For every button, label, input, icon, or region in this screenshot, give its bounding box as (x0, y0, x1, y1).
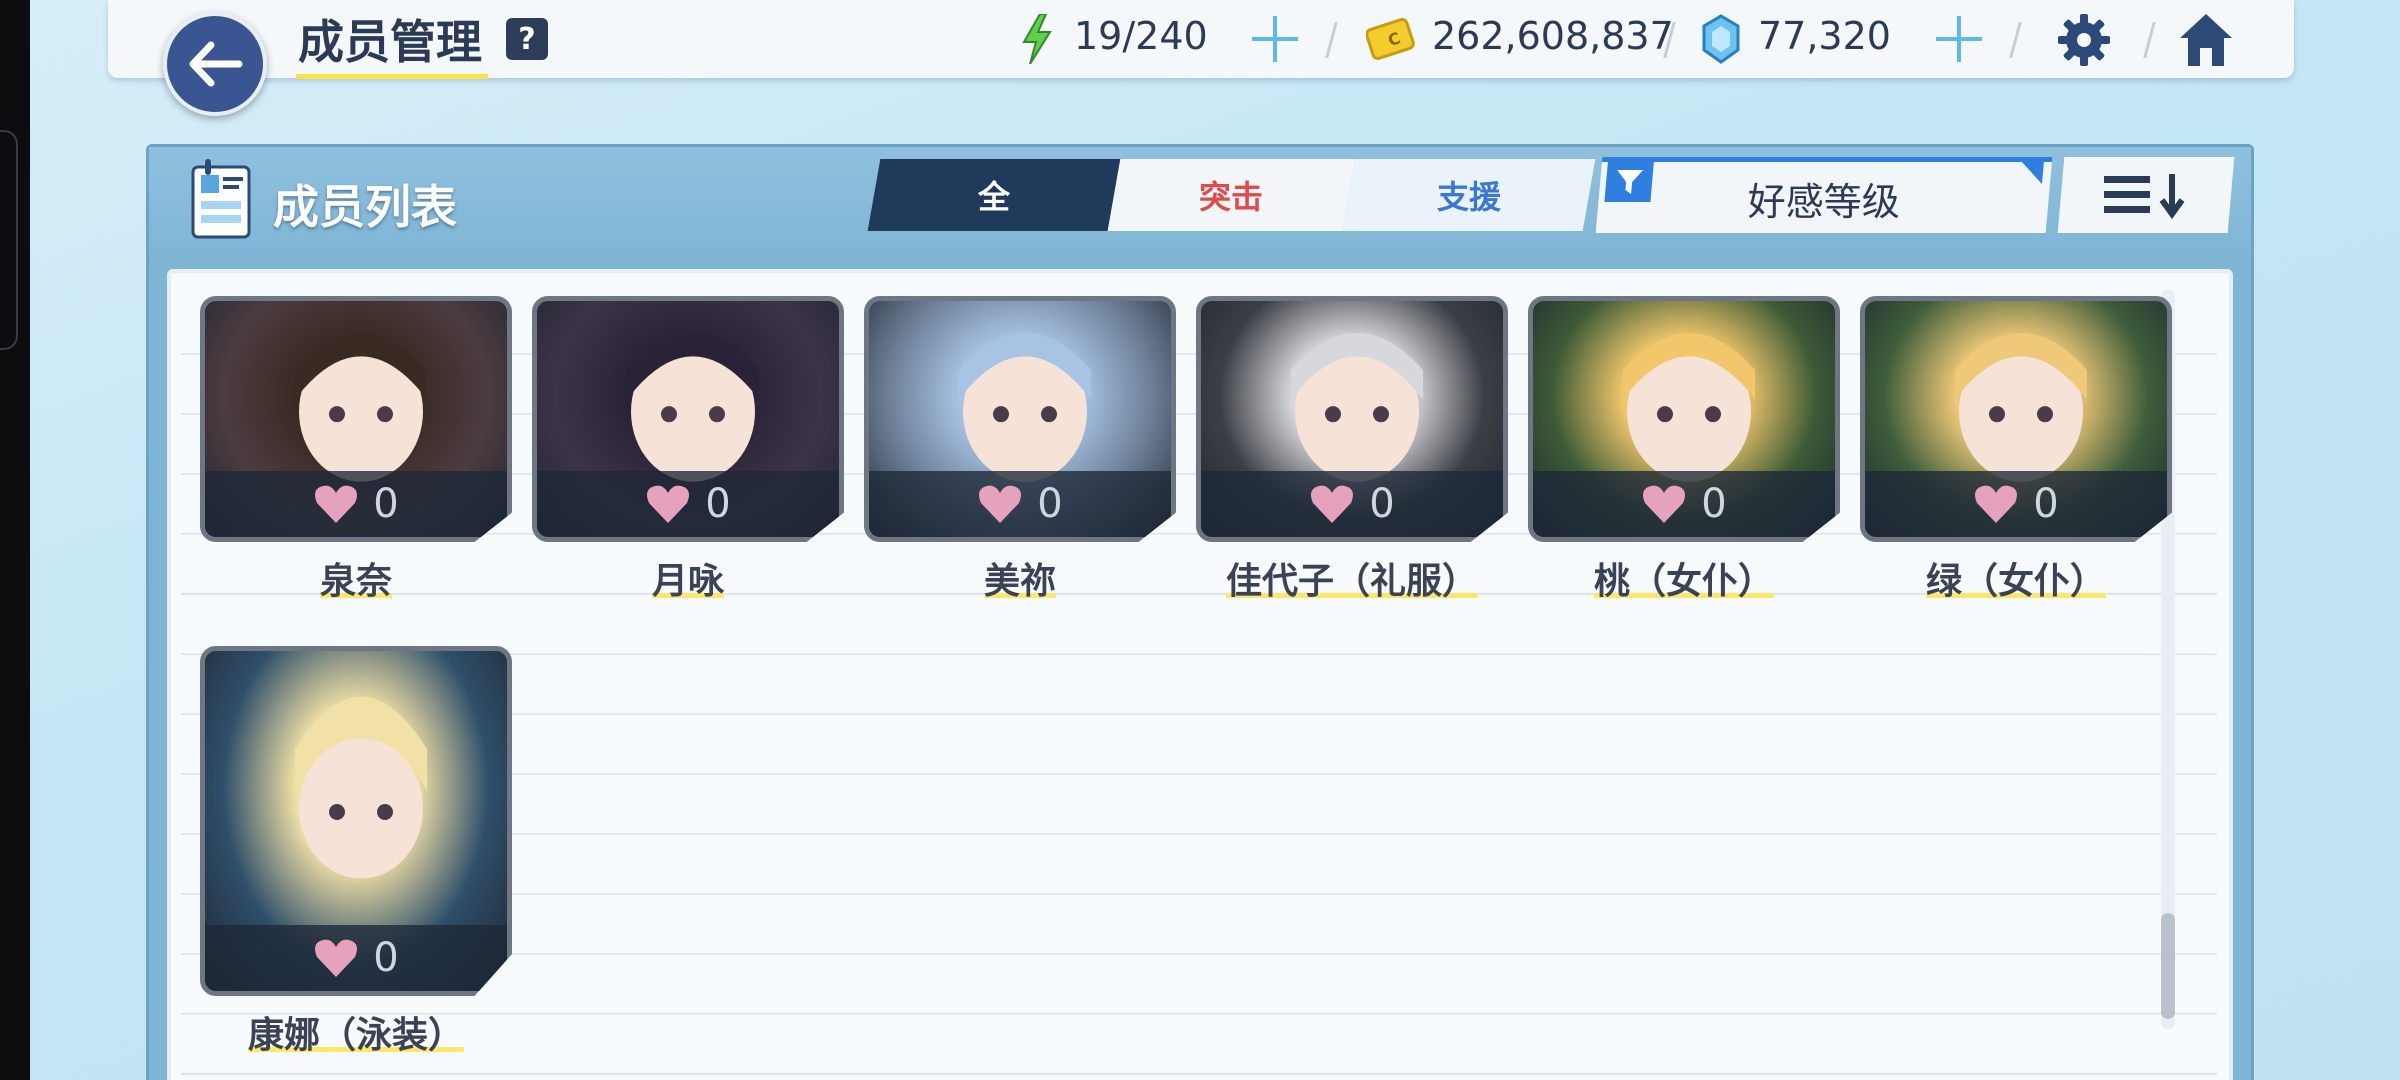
affection-bar: 0 (869, 471, 1171, 537)
device-notch (0, 130, 18, 350)
member-name: 桃（女仆） (1528, 552, 1840, 604)
heart-icon (315, 939, 358, 977)
tab-support[interactable]: 支援 (1342, 159, 1596, 231)
member-portrait: 0 (1528, 296, 1840, 542)
arrow-left-icon (189, 41, 243, 87)
heart-icon (1975, 485, 2018, 523)
affection-bar: 0 (1201, 471, 1503, 537)
tab-assault-label: 突击 (1199, 178, 1264, 216)
member-portrait: 0 (864, 296, 1176, 542)
member-name: 美祢 (864, 552, 1176, 604)
sort-criteria-label: 好感等级 (1747, 179, 1900, 224)
heart-icon (979, 485, 1022, 523)
affection-level: 0 (2033, 481, 2059, 527)
member-portrait: 0 (200, 296, 512, 542)
home-icon[interactable] (2176, 10, 2236, 70)
tab-assault[interactable]: 突击 (1107, 159, 1356, 231)
add-gems-button[interactable] (1934, 14, 1984, 64)
heart-icon (1311, 485, 1354, 523)
member-name-text: 绿（女仆） (1925, 561, 2106, 602)
tab-all[interactable]: 全 (867, 159, 1121, 231)
member-card[interactable]: 0 月咏 (532, 296, 844, 604)
page-title: 成员管理 (296, 6, 488, 79)
heart-icon (315, 485, 358, 523)
add-ap-button[interactable] (1250, 14, 1300, 64)
affection-level: 0 (1037, 481, 1063, 527)
member-name: 月咏 (532, 552, 844, 604)
heart-icon (1643, 485, 1686, 523)
credit-card-icon: C (1366, 18, 1415, 60)
affection-bar: 0 (1533, 471, 1835, 537)
member-portrait: 0 (532, 296, 844, 542)
member-name-text: 月咏 (651, 561, 724, 602)
scrollbar-thumb[interactable] (2161, 913, 2175, 1019)
member-portrait: 0 (200, 646, 512, 996)
type-filter-tabs: 全 突击 支援 (867, 159, 1596, 231)
member-name-text: 泉奈 (319, 561, 392, 602)
heart-icon (647, 485, 690, 523)
sort-order-button[interactable] (2057, 157, 2235, 233)
affection-level: 0 (1369, 481, 1395, 527)
member-portrait: 0 (1196, 296, 1508, 542)
affection-bar: 0 (205, 925, 507, 991)
panel-title: 成员列表 (273, 180, 457, 234)
ap-lightning-icon (1022, 14, 1052, 64)
member-card[interactable]: 0 康娜（泳装） (200, 646, 512, 1058)
sort-criteria-dropdown[interactable]: 好感等级 (1595, 157, 2053, 233)
credits-counter: 262,608,837 (1432, 14, 1674, 58)
member-name: 康娜（泳装） (200, 1006, 512, 1058)
gems-counter: 77,320 (1758, 14, 1891, 58)
tab-support-label: 支援 (1436, 178, 1501, 216)
affection-bar: 0 (205, 471, 507, 537)
member-card-icon (191, 159, 251, 239)
affection-bar: 0 (1865, 471, 2167, 537)
member-card[interactable]: 0 美祢 (864, 296, 1176, 604)
affection-bar: 0 (537, 471, 839, 537)
member-name-text: 桃（女仆） (1593, 561, 1774, 602)
affection-level: 0 (705, 481, 731, 527)
member-name: 泉奈 (200, 552, 512, 604)
member-card[interactable]: 0 佳代子（礼服） (1196, 296, 1508, 604)
member-name: 佳代子（礼服） (1196, 552, 1508, 604)
member-name: 绿（女仆） (1860, 552, 2172, 604)
member-name-text: 康娜（泳装） (247, 1015, 464, 1056)
member-card[interactable]: 0 绿（女仆） (1860, 296, 2172, 604)
affection-level: 0 (373, 935, 399, 981)
sort-descending-icon (2104, 174, 2185, 220)
member-name-text: 佳代子（礼服） (1225, 561, 1478, 602)
affection-level: 0 (1701, 481, 1727, 527)
help-button[interactable]: ? (506, 18, 548, 60)
pyroxene-gem-icon (1702, 14, 1740, 64)
member-card[interactable]: 0 桃（女仆） (1528, 296, 1840, 604)
affection-level: 0 (373, 481, 399, 527)
back-button[interactable] (163, 12, 267, 116)
member-card[interactable]: 0 泉奈 (200, 296, 512, 604)
gear-icon[interactable] (2054, 10, 2114, 70)
member-portrait: 0 (1860, 296, 2172, 542)
member-name-text: 美祢 (983, 561, 1056, 602)
tab-all-label: 全 (977, 178, 1010, 216)
ap-counter: 19/240 (1074, 14, 1208, 58)
